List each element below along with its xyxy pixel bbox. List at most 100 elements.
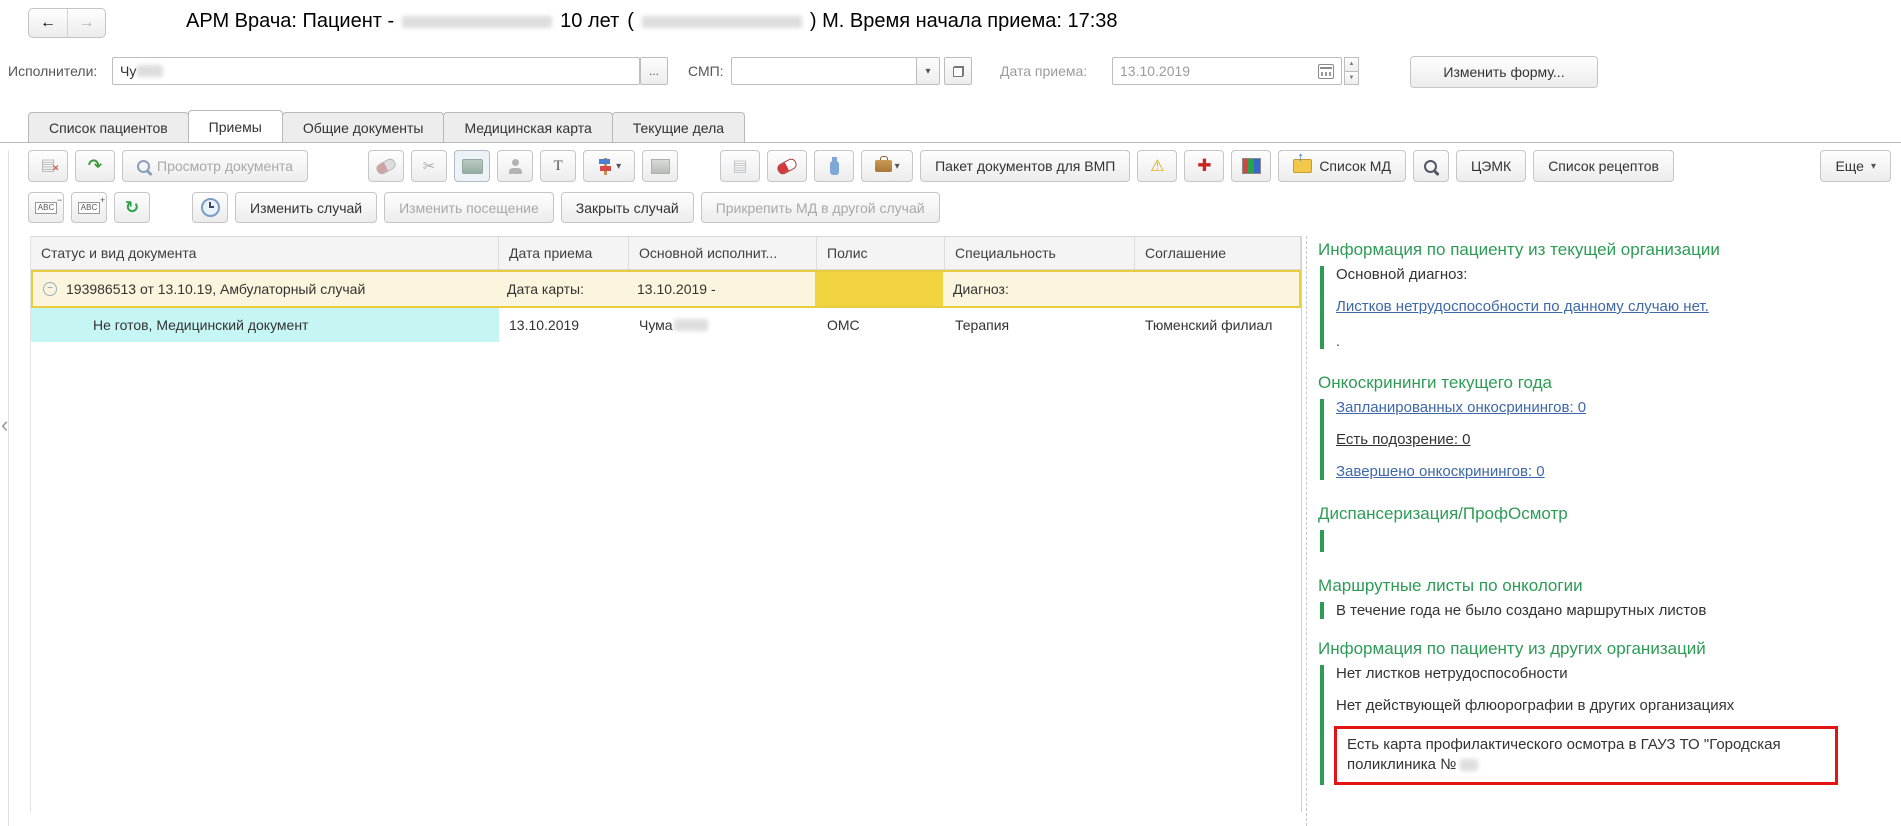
tab-current-tasks[interactable]: Текущие дела — [612, 112, 745, 142]
warning-info-button[interactable]: ⚠ — [1137, 150, 1177, 182]
tab-patient-list[interactable]: Список пациентов — [28, 112, 189, 142]
executors-choose-button[interactable]: ... — [640, 57, 668, 85]
column-header-policy[interactable]: Полис — [817, 237, 945, 269]
abbrev-off-button[interactable]: ABC — [28, 192, 64, 223]
recipes-list-button[interactable]: Список рецептов — [1533, 150, 1674, 182]
alert-text: Есть карта профилактического осмотра в Г… — [1347, 736, 1781, 773]
table-row-document[interactable]: Не готов, Медицинский документ 13.10.201… — [31, 308, 1301, 342]
close-case-button[interactable]: Закрыть случай — [561, 192, 694, 223]
section-dispensary-empty — [1320, 530, 1884, 552]
more-button[interactable]: Еще ▾ — [1820, 150, 1891, 182]
tab-label: Медицинская карта — [464, 120, 591, 136]
card-view-button[interactable] — [454, 150, 490, 182]
view-document-label: Просмотр документа — [157, 158, 293, 174]
route-button[interactable]: ▾ — [583, 150, 635, 182]
tab-label: Общие документы — [303, 120, 424, 136]
column-header-executor[interactable]: Основной исполнит... — [629, 237, 817, 269]
patient-button[interactable] — [497, 150, 533, 182]
search-document-button[interactable] — [1413, 150, 1449, 182]
send-arrows-icon: ↷ — [88, 156, 102, 176]
date-input[interactable]: 13.10.2019 — [1112, 57, 1342, 85]
panel-splitter[interactable] — [1306, 236, 1307, 826]
tab-appointments[interactable]: Приемы — [188, 110, 283, 142]
redacted-executor-name — [137, 65, 163, 77]
text-tool-button[interactable]: T — [540, 150, 576, 182]
redacted-birthdate — [642, 16, 802, 28]
change-form-label: Изменить форму... — [1443, 64, 1564, 80]
column-header-status[interactable]: Статус и вид документа — [31, 237, 499, 269]
smp-dropdown-button[interactable]: ▾ — [916, 57, 940, 85]
column-header-agreement[interactable]: Соглашение — [1135, 237, 1301, 269]
chart-icon — [651, 159, 670, 174]
emergency-button[interactable]: ✚ — [1184, 150, 1224, 182]
date-value: 13.10.2019 — [1120, 63, 1190, 79]
view-document-button[interactable]: Просмотр документа — [122, 150, 308, 182]
completed-oncoscreenings-link[interactable]: Завершено онкоскринингов: 0 — [1336, 463, 1545, 480]
executors-label: Исполнители: — [8, 63, 97, 79]
back-button[interactable]: ← — [29, 9, 67, 37]
section-title-dispensary: Диспансеризация/ПрофОсмотр — [1318, 504, 1884, 524]
abc-minus-icon: ABC — [35, 202, 57, 214]
table-row-case[interactable]: − 193986513 от 13.10.19, Амбулаторный сл… — [31, 270, 1301, 308]
more-label: Еще — [1835, 158, 1864, 174]
eraser-button[interactable] — [368, 150, 404, 182]
no-fluorography-text: Нет действующей флюорографии в других ор… — [1336, 697, 1884, 714]
cell-card-date: 13.10.2019 - — [627, 272, 815, 306]
history-time-button[interactable] — [192, 192, 228, 223]
title-paren: ( — [627, 10, 634, 33]
column-header-date[interactable]: Дата приема — [499, 237, 629, 269]
cell-policy-focused — [815, 272, 943, 306]
vmp-package-button[interactable]: Пакет документов для ВМП — [920, 150, 1130, 182]
redacted-patient-name — [402, 16, 552, 28]
spin-up-button[interactable]: ▲ — [1344, 57, 1359, 72]
column-header-specialty[interactable]: Специальность — [945, 237, 1135, 269]
forward-button[interactable]: → — [67, 9, 105, 37]
cell-text: Диагноз: — [953, 281, 1009, 297]
planned-oncoscreenings-link[interactable]: Запланированных онкосринингов: 0 — [1336, 399, 1586, 416]
section-title-oncoscreening: Онкоскрининги текущего года — [1318, 373, 1884, 393]
no-sick-leave-text: Нет листков нетрудоспособности — [1336, 665, 1884, 682]
title-suffix: ) М. Время начала приема: 17:38 — [810, 10, 1118, 33]
sick-leave-link[interactable]: Листков нетрудоспособности по данному сл… — [1336, 298, 1709, 315]
vmp-package-label: Пакет документов для ВМП — [935, 158, 1115, 174]
delete-document-button[interactable]: ▤ — [28, 150, 68, 182]
spin-down-button[interactable]: ▼ — [1344, 72, 1359, 86]
title-age: 10 лет — [560, 10, 619, 33]
section-title-route-sheets: Маршрутные листы по онкологии — [1318, 576, 1884, 596]
change-form-button[interactable]: Изменить форму... — [1410, 56, 1598, 88]
tree-collapse-icon[interactable]: − — [43, 282, 57, 296]
tab-medical-card[interactable]: Медицинская карта — [443, 112, 612, 142]
abbrev-on-button[interactable]: ABC — [71, 192, 107, 223]
filter-row: Исполнители: Чу ... СМП: ▾ Дата приема: … — [0, 56, 1901, 88]
route-sheets-text: В течение года не было создано маршрутны… — [1336, 602, 1884, 619]
smp-input[interactable] — [731, 57, 917, 85]
calendar-icon[interactable] — [1318, 64, 1334, 79]
cell-text: Чума — [639, 317, 673, 333]
change-visit-button[interactable]: Изменить посещение — [384, 192, 554, 223]
attach-md-button[interactable]: Прикрепить МД в другой случай — [701, 192, 940, 223]
cell-text: 13.10.2019 - — [637, 281, 716, 297]
executors-input[interactable]: Чу — [112, 57, 640, 85]
pharmacy-button[interactable] — [814, 150, 854, 182]
folder-up-icon — [1293, 159, 1312, 173]
abc-plus-icon: ABC — [78, 202, 100, 214]
section-oncoscreening: Запланированных онкосринингов: 0 Есть по… — [1320, 399, 1884, 480]
eraser-icon — [375, 156, 398, 175]
suspicion-link[interactable]: Есть подозрение: 0 — [1336, 431, 1471, 448]
cut-button[interactable]: ✂ — [411, 150, 447, 182]
md-list-button[interactable]: Список МД — [1278, 150, 1406, 182]
smp-open-button[interactable] — [944, 57, 972, 85]
back-arrow-icon: ← — [40, 14, 56, 32]
classifier-button[interactable] — [1231, 150, 1271, 182]
collapse-panel-chevron[interactable]: ‹ — [1, 412, 8, 438]
change-case-button[interactable]: Изменить случай — [235, 192, 377, 223]
medication-button[interactable] — [767, 150, 807, 182]
refresh-button[interactable]: ↻ — [114, 192, 150, 223]
signpost-icon — [597, 158, 613, 175]
tab-common-documents[interactable]: Общие документы — [282, 112, 445, 142]
case-tools-button[interactable]: ▾ — [861, 150, 913, 182]
chart-button[interactable] — [642, 150, 678, 182]
cemk-button[interactable]: ЦЭМК — [1456, 150, 1526, 182]
prescription-button[interactable]: ▤ — [720, 150, 760, 182]
send-document-button[interactable]: ↷ — [75, 150, 115, 182]
